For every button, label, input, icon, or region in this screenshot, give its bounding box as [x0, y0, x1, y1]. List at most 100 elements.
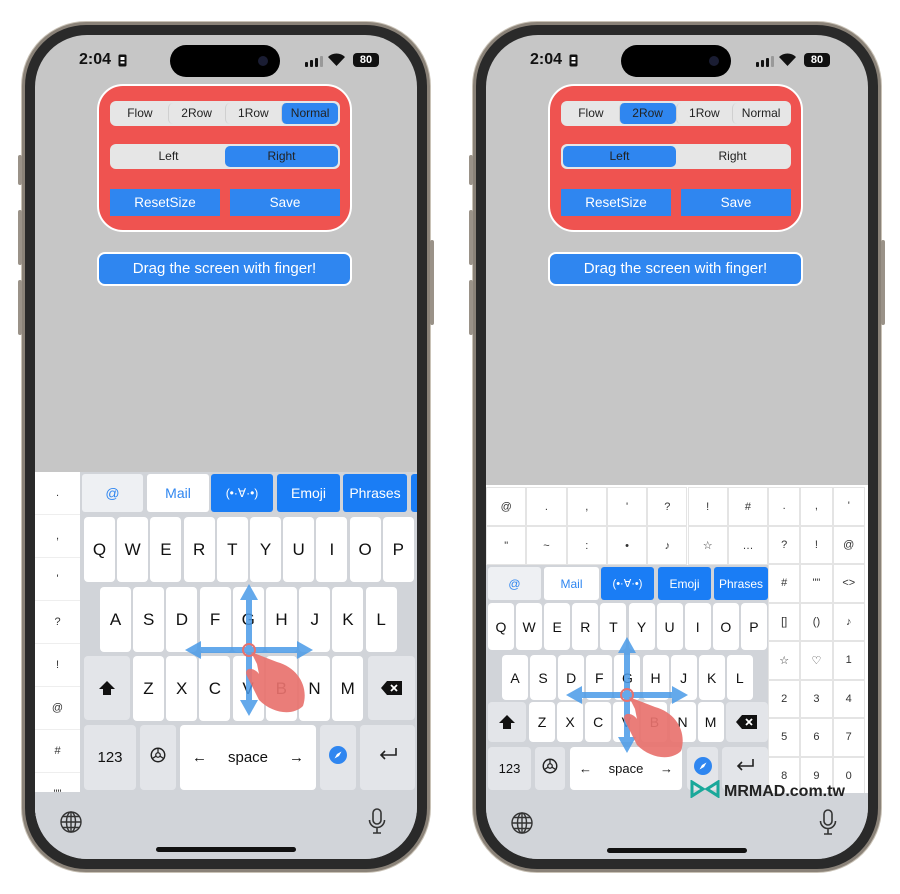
- side-option-left[interactable]: Left: [563, 146, 676, 167]
- key-s[interactable]: S: [530, 655, 557, 700]
- key-i[interactable]: I: [316, 517, 348, 582]
- symbol-key[interactable]: •: [606, 526, 648, 565]
- key-a[interactable]: A: [100, 587, 131, 652]
- key-o[interactable]: O: [349, 517, 381, 582]
- kaomoji-tab[interactable]: (•·∀·•): [211, 474, 273, 512]
- grid-symbol-key[interactable]: ♡: [800, 641, 833, 680]
- key-u[interactable]: U: [656, 603, 683, 650]
- side-option-right[interactable]: Right: [225, 146, 338, 167]
- symbol-key[interactable]: ,: [566, 487, 607, 526]
- grid-symbol-key[interactable]: 5: [768, 718, 801, 757]
- at-shortcut[interactable]: @: [488, 567, 541, 600]
- symbol-key[interactable]: .: [526, 487, 567, 526]
- mode-option-1row[interactable]: 1Row: [675, 103, 733, 124]
- settings-key[interactable]: [140, 725, 176, 790]
- reset-size-button[interactable]: ResetSize: [110, 189, 220, 216]
- save-button[interactable]: Save: [681, 189, 791, 216]
- key-q[interactable]: Q: [84, 517, 115, 582]
- key-v[interactable]: V: [613, 702, 640, 742]
- grid-symbol-key[interactable]: ♪: [832, 602, 865, 641]
- key-p[interactable]: P: [740, 603, 767, 650]
- key-v[interactable]: V: [232, 656, 264, 721]
- mail-shortcut[interactable]: Mail: [544, 567, 599, 600]
- side-option-right[interactable]: Right: [676, 146, 789, 167]
- grid-symbol-key[interactable]: "": [800, 564, 833, 603]
- key-t[interactable]: T: [216, 517, 248, 582]
- grid-symbol-key[interactable]: 6: [800, 718, 833, 757]
- symbol-key[interactable]: @: [486, 487, 527, 526]
- key-d[interactable]: D: [558, 655, 585, 700]
- grid-symbol-key[interactable]: 4: [832, 679, 865, 718]
- key-h[interactable]: H: [642, 655, 669, 700]
- dictation-button[interactable]: [368, 808, 386, 839]
- drag-hint-button[interactable]: Drag the screen with finger!: [548, 252, 803, 286]
- at-shortcut[interactable]: @: [82, 474, 143, 512]
- key-h[interactable]: H: [266, 587, 297, 652]
- cursor-left-icon[interactable]: ←: [579, 761, 592, 776]
- dictation-button[interactable]: [819, 809, 837, 840]
- key-w[interactable]: W: [516, 603, 543, 650]
- cursor-left-icon[interactable]: ←: [192, 749, 207, 766]
- symbol-key[interactable]: ": [486, 526, 527, 565]
- reset-size-button[interactable]: ResetSize: [561, 189, 671, 216]
- grid-symbol-key[interactable]: (): [800, 602, 833, 641]
- grid-symbol-key[interactable]: 3: [800, 679, 833, 718]
- globe-button[interactable]: [59, 810, 83, 839]
- settings-key[interactable]: [535, 747, 565, 790]
- home-indicator[interactable]: [156, 847, 296, 852]
- grid-symbol-key[interactable]: ,: [800, 487, 833, 526]
- phrases-tab[interactable]: Phrases: [714, 567, 768, 600]
- grid-symbol-key[interactable]: 2: [768, 679, 801, 718]
- key-c[interactable]: C: [585, 702, 612, 742]
- save-button[interactable]: Save: [230, 189, 340, 216]
- symbol-key[interactable]: ,: [35, 515, 80, 558]
- symbol-key[interactable]: :: [566, 526, 607, 565]
- symbol-key[interactable]: ': [35, 558, 80, 601]
- key-u[interactable]: U: [283, 517, 315, 582]
- key-n[interactable]: N: [299, 656, 330, 721]
- key-d[interactable]: D: [166, 587, 198, 652]
- symbol-key[interactable]: ~: [526, 526, 567, 565]
- cursor-right-icon[interactable]: →: [289, 749, 304, 766]
- key-m[interactable]: M: [697, 702, 724, 742]
- key-z[interactable]: Z: [529, 702, 555, 742]
- mode-option-2row[interactable]: 2Row: [618, 103, 676, 124]
- key-p[interactable]: P: [382, 517, 414, 582]
- symbol-key[interactable]: …: [727, 526, 769, 565]
- key-k[interactable]: K: [332, 587, 364, 652]
- grid-symbol-key[interactable]: []: [768, 602, 801, 641]
- return-key[interactable]: [360, 725, 415, 790]
- symbol-key[interactable]: #: [35, 730, 80, 773]
- symbol-key[interactable]: ?: [647, 487, 688, 526]
- numbers-key[interactable]: 123: [84, 725, 136, 790]
- grid-symbol-key[interactable]: ?: [768, 525, 801, 564]
- key-b[interactable]: B: [265, 656, 297, 721]
- key-x[interactable]: X: [557, 702, 584, 742]
- shift-key[interactable]: [84, 656, 130, 720]
- emoji-tab[interactable]: Emoji: [658, 567, 711, 600]
- key-f[interactable]: F: [199, 587, 231, 652]
- key-j[interactable]: J: [670, 655, 697, 700]
- symbol-key[interactable]: !: [687, 487, 728, 526]
- mail-shortcut[interactable]: Mail: [147, 474, 209, 512]
- key-e[interactable]: E: [150, 517, 182, 582]
- grid-symbol-key[interactable]: .: [768, 487, 801, 526]
- phrases-tab[interactable]: Phrases: [343, 474, 407, 512]
- key-j[interactable]: J: [299, 587, 331, 652]
- key-s[interactable]: S: [133, 587, 165, 652]
- grid-symbol-key[interactable]: #: [768, 564, 801, 603]
- space-key[interactable]: ← space →: [180, 725, 316, 790]
- grid-symbol-key[interactable]: @: [832, 525, 865, 564]
- grid-symbol-key[interactable]: !: [800, 525, 833, 564]
- symbol-key[interactable]: ☆: [687, 526, 728, 565]
- key-x[interactable]: X: [166, 656, 198, 721]
- mode-option-1row[interactable]: 1Row: [224, 103, 282, 124]
- symbol-key[interactable]: #: [727, 487, 769, 526]
- space-key[interactable]: ← space →: [570, 747, 682, 790]
- compass-key[interactable]: [320, 725, 356, 790]
- key-k[interactable]: K: [698, 655, 725, 700]
- mode-option-2row[interactable]: 2Row: [167, 103, 225, 124]
- shift-key[interactable]: [488, 702, 526, 742]
- key-c[interactable]: C: [199, 656, 231, 721]
- emoji-tab[interactable]: Emoji: [277, 474, 340, 512]
